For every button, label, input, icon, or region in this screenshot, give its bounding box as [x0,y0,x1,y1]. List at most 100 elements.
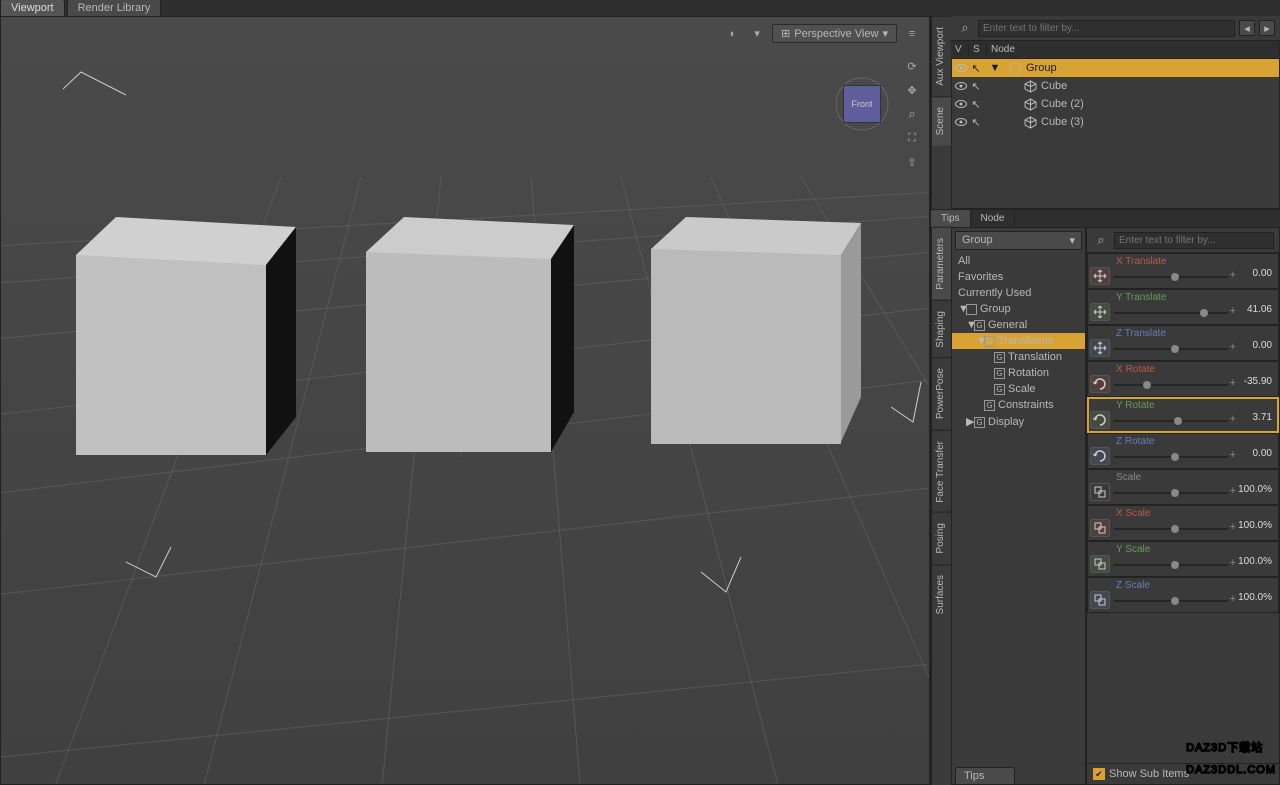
col-v[interactable]: V [951,43,969,56]
selectable-icon[interactable]: ↖ [969,61,983,75]
param-group-translation[interactable]: GTranslation [952,349,1085,365]
increment-button[interactable]: + [1230,269,1236,281]
param-group-rotation[interactable]: GRotation [952,365,1085,381]
render-style-icon[interactable]: ◐ [724,25,742,43]
filter-all[interactable]: All [952,253,1085,269]
scene-item-cube[interactable]: ↖Cube [952,77,1279,95]
selectable-icon[interactable]: ↖ [969,79,983,93]
scene-tree[interactable]: ↖▼Group↖Cube↖Cube (2)↖Cube (3) [951,58,1280,209]
side-tab-powerpose[interactable]: PowerPose [932,357,951,429]
scene-item-group[interactable]: ↖▼Group [952,59,1279,77]
increment-button[interactable]: + [1230,557,1236,569]
slider-value[interactable]: 3.71 [1253,412,1272,423]
subtab-node[interactable]: Node [971,210,1016,227]
scale-icon[interactable] [1090,591,1110,609]
side-tab-face-transfer[interactable]: Face Transfer [932,430,951,513]
scene-filter-input[interactable] [978,20,1235,37]
slider-x-rotate[interactable]: X Rotate-+-35.90 [1087,361,1279,397]
param-group-display[interactable]: ▶GDisplay [952,413,1085,430]
col-s[interactable]: S [969,43,987,56]
param-group-group[interactable]: ▼Group [952,301,1085,317]
col-node[interactable]: Node [987,43,1280,56]
slider-track[interactable] [1114,312,1228,314]
cube-1[interactable] [76,217,296,462]
viewport-3d[interactable]: ◐ ▾ ⊞ Perspective View ▾ ≡ Front ⟳ ✥ ⌕ ⛶… [0,16,930,785]
slider-x-translate[interactable]: X Translate-+0.00 [1087,253,1279,289]
filter-next-button[interactable]: ▸ [1259,20,1275,36]
bottom-tab-tips[interactable]: Tips [955,767,1015,785]
rot-icon[interactable] [1090,447,1110,465]
visibility-icon[interactable] [954,61,968,75]
slider-track[interactable] [1114,420,1228,422]
slider-value[interactable]: 0.00 [1253,448,1272,459]
slider-y-translate[interactable]: Y Translate-+41.06 [1087,289,1279,325]
increment-button[interactable]: + [1230,449,1236,461]
increment-button[interactable]: + [1230,377,1236,389]
scale-icon[interactable] [1090,483,1110,501]
reset-icon[interactable]: ⇧ [903,153,921,171]
slider-z-rotate[interactable]: Z Rotate-+0.00 [1087,433,1279,469]
frame-icon[interactable]: ⛶ [903,129,921,147]
tab-render-library[interactable]: Render Library [67,0,162,16]
param-group-constraints[interactable]: GConstraints [952,397,1085,413]
rot-icon[interactable] [1090,411,1110,429]
orbit-icon[interactable]: ⟳ [903,57,921,75]
slider-track[interactable] [1114,456,1228,458]
expand-icon[interactable]: ▼ [988,61,1002,75]
rot-icon[interactable] [1090,375,1110,393]
subtab-tips[interactable]: Tips [931,210,971,227]
slider-track[interactable] [1114,492,1228,494]
slider-value[interactable]: 100.0% [1238,484,1272,495]
side-tab-scene[interactable]: Scene [932,96,951,145]
slider-value[interactable]: -35.90 [1244,376,1272,387]
move-icon[interactable] [1090,339,1110,357]
slider-track[interactable] [1114,384,1228,386]
side-tab-surfaces[interactable]: Surfaces [932,564,951,624]
visibility-icon[interactable] [954,115,968,129]
params-filter-input[interactable] [1114,232,1274,249]
slider-track[interactable] [1114,600,1228,602]
slider-value[interactable]: 100.0% [1238,592,1272,603]
slider-value[interactable]: 41.06 [1247,304,1272,315]
slider-track[interactable] [1114,276,1228,278]
side-tab-aux-viewport[interactable]: Aux Viewport [932,16,951,96]
param-group-general[interactable]: ▼GGeneral [952,317,1085,333]
slider-value[interactable]: 100.0% [1238,520,1272,531]
slider-z-translate[interactable]: Z Translate-+0.00 [1087,325,1279,361]
filter-favorites[interactable]: Favorites [952,269,1085,285]
increment-button[interactable]: + [1230,521,1236,533]
visibility-icon[interactable] [954,97,968,111]
side-tab-parameters[interactable]: Parameters [932,227,951,300]
slider-y-rotate[interactable]: Y Rotate-+3.71 [1087,397,1279,433]
scene-item-cube-3-[interactable]: ↖Cube (3) [952,113,1279,131]
increment-button[interactable]: + [1230,485,1236,497]
filter-prev-button[interactable]: ◂ [1239,20,1255,36]
scene-item-cube-2-[interactable]: ↖Cube (2) [952,95,1279,113]
params-scope-dropdown[interactable]: Group▾ [955,231,1082,250]
slider-x-scale[interactable]: X Scale-+100.0% [1087,505,1279,541]
scale-icon[interactable] [1090,555,1110,573]
view-camera-dropdown[interactable]: ⊞ Perspective View ▾ [772,24,897,43]
slider-z-scale[interactable]: Z Scale-+100.0% [1087,577,1279,613]
move-icon[interactable] [1090,267,1110,285]
selectable-icon[interactable]: ↖ [969,97,983,111]
chevron-down-icon[interactable]: ▾ [748,25,766,43]
increment-button[interactable]: + [1230,305,1236,317]
side-tab-posing[interactable]: Posing [932,512,951,564]
view-cube-face[interactable]: Front [843,85,881,123]
visibility-icon[interactable] [954,79,968,93]
increment-button[interactable]: + [1230,413,1236,425]
tab-viewport[interactable]: Viewport [0,0,65,16]
cube-2[interactable] [366,217,576,457]
param-group-scale[interactable]: GScale [952,381,1085,397]
scale-icon[interactable] [1090,519,1110,537]
options-icon[interactable]: ≡ [903,25,921,43]
slider-track[interactable] [1114,528,1228,530]
filter-currently-used[interactable]: Currently Used [952,285,1085,301]
increment-button[interactable]: + [1230,341,1236,353]
zoom-icon[interactable]: ⌕ [903,105,921,123]
slider-value[interactable]: 0.00 [1253,340,1272,351]
slider-track[interactable] [1114,348,1228,350]
show-sub-items-checkbox[interactable]: ✔ [1093,768,1105,780]
param-group-transforms[interactable]: ▼GTransforms [952,333,1085,349]
